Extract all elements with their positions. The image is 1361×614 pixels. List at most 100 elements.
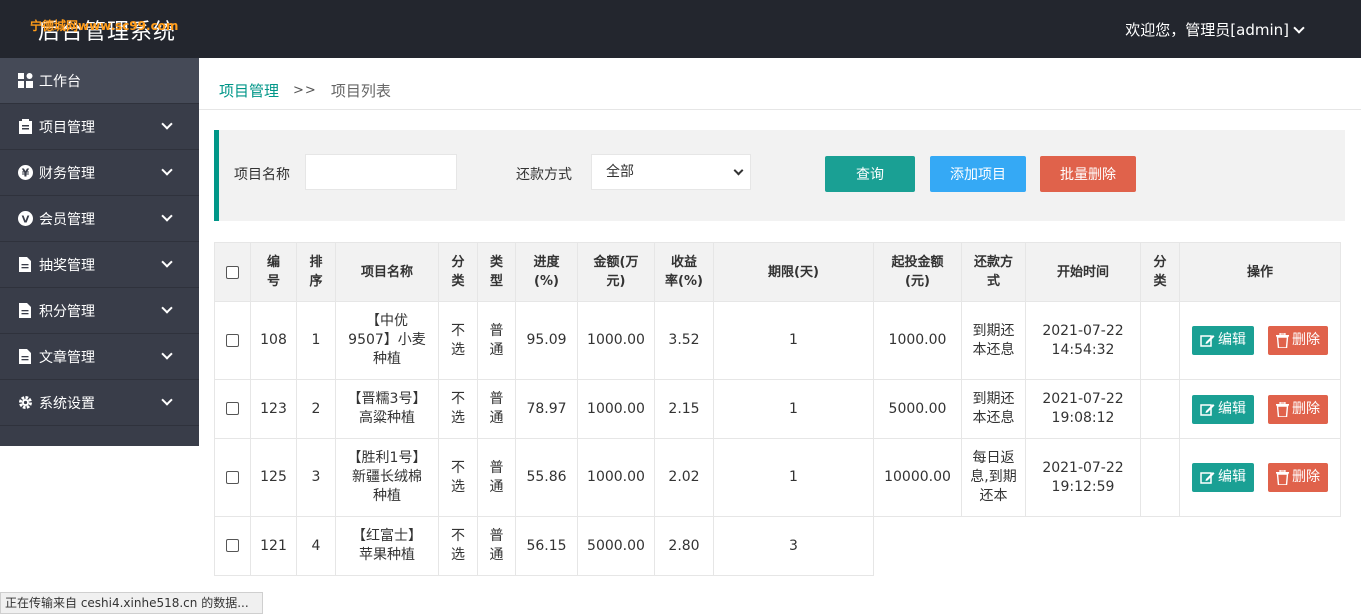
cell-sort: 4 (296, 516, 336, 576)
batch-delete-button[interactable]: 批量删除 (1040, 156, 1136, 192)
edit-button[interactable]: 编辑 (1192, 394, 1254, 424)
delete-label: 删除 (1292, 400, 1320, 417)
column-header: 项目名称 (335, 242, 439, 302)
cell-id: 108 (250, 301, 297, 380)
search-panel: 项目名称 还款方式 全部 查询 添加项目 批量删除 (214, 130, 1345, 221)
cell-name: 【胜利1号】新疆长绒棉种植 (335, 438, 439, 517)
cell-id: 121 (250, 516, 297, 576)
dashboard-icon (17, 73, 33, 89)
sidebar-item-projects[interactable]: 项目管理 (0, 104, 199, 150)
column-header: 分 类 (438, 242, 478, 302)
cell-id: 123 (250, 379, 297, 439)
cell-amount: 1000.00 (577, 301, 655, 380)
cell-repay: 每日返息,到期还本 (961, 438, 1026, 517)
breadcrumb-separator: >> (293, 83, 317, 98)
user-menu[interactable]: 欢迎您，管理员[admin] (1125, 19, 1305, 40)
trash-icon (1276, 401, 1289, 417)
cell-min-invest: 10000.00 (873, 438, 962, 517)
repay-method-select[interactable]: 全部 (591, 154, 751, 190)
column-header: 编 号 (250, 242, 297, 302)
sidebar-item-label: 抽奖管理 (39, 257, 95, 274)
sidebar-item-label: 项目管理 (39, 119, 95, 136)
breadcrumb-current: 项目列表 (330, 82, 391, 100)
delete-label: 删除 (1292, 469, 1320, 485)
table-row: 121 4 【红富士】苹果种植 不选 普通 56.15 5000.00 2.80… (214, 516, 1341, 576)
cell-amount: 1000.00 (577, 438, 655, 517)
table-row: 108 1 【中优9507】小麦种植 不选 普通 95.09 1000.00 3… (214, 301, 1341, 380)
divider (199, 109, 1361, 110)
column-header: 排 序 (296, 242, 336, 302)
delete-label: 删除 (1292, 332, 1320, 348)
clipboard-icon (17, 119, 33, 135)
column-header: 分 类 (1140, 242, 1180, 302)
edit-button[interactable]: 编辑 (1192, 463, 1254, 492)
cell-type: 普通 (477, 516, 516, 576)
cell-actions: 编辑 删除 (1179, 379, 1341, 439)
cell-repay (962, 517, 1026, 576)
row-checkbox[interactable] (226, 333, 239, 347)
delete-button[interactable]: 删除 (1268, 394, 1328, 424)
sidebar-item-members[interactable]: V 会员管理 (0, 196, 199, 242)
column-header: 类 型 (477, 242, 516, 302)
chevron-down-icon (161, 210, 173, 222)
welcome-text: 欢迎您，管理员[admin] (1125, 21, 1289, 39)
sidebar-item-finance[interactable]: ¥ 财务管理 (0, 150, 199, 196)
table-row: 125 3 【胜利1号】新疆长绒棉种植 不选 普通 55.86 1000.00 … (214, 438, 1341, 517)
row-select-cell (214, 516, 251, 576)
cell-min-invest: 1000.00 (873, 301, 962, 380)
edit-icon (1200, 472, 1215, 484)
delete-button[interactable]: 删除 (1268, 326, 1328, 355)
cell-days: 1 (713, 379, 874, 439)
cell-progress: 55.86 (515, 438, 578, 517)
table-header-row: 编 号 排 序 项目名称 分 类 类 型 进度 (%) 金额(万 元) 收益 率… (214, 242, 1341, 302)
breadcrumb-link-projects[interactable]: 项目管理 (219, 80, 279, 101)
row-checkbox[interactable] (226, 470, 239, 484)
cell-amount: 5000.00 (577, 516, 655, 576)
cell-min-invest (874, 517, 962, 576)
chevron-down-icon (733, 165, 744, 176)
column-header: 起投金额 (元) (873, 242, 962, 302)
repay-method-label: 还款方式 (516, 167, 572, 183)
gear-icon (17, 395, 33, 411)
svg-text:V: V (21, 215, 29, 226)
row-checkbox[interactable] (226, 402, 239, 415)
cell-days: 1 (713, 438, 874, 517)
cell-repay: 到期还本还息 (961, 379, 1026, 439)
cell-sort: 1 (296, 301, 336, 380)
add-project-button[interactable]: 添加项目 (930, 156, 1026, 192)
column-header: 还款方 式 (961, 242, 1026, 302)
query-button[interactable]: 查询 (825, 156, 915, 192)
edit-button[interactable]: 编辑 (1192, 326, 1254, 355)
cell-type: 普通 (477, 301, 516, 380)
edit-label: 编辑 (1218, 332, 1246, 348)
cell-actions: 编辑 删除 (1179, 301, 1341, 380)
row-select-cell (214, 438, 251, 517)
cell-rate: 2.15 (654, 379, 714, 439)
cell-start-time: 2021-07-22 14:54:32 (1025, 301, 1141, 380)
row-checkbox[interactable] (226, 539, 239, 552)
sidebar-item-lottery[interactable]: 抽奖管理 (0, 242, 199, 288)
cell-category: 不选 (438, 301, 478, 380)
column-header: 金额(万 元) (577, 242, 655, 302)
cell-sort: 3 (296, 438, 336, 517)
cell-rate: 2.02 (654, 438, 714, 517)
cell-min-invest: 5000.00 (873, 379, 962, 439)
column-header: 开始时间 (1025, 242, 1141, 302)
cell-actions (1180, 517, 1341, 576)
project-name-input[interactable] (305, 154, 457, 190)
delete-button[interactable]: 删除 (1268, 463, 1328, 492)
sidebar-item-settings[interactable]: 系统设置 (0, 380, 199, 426)
cell-actions: 编辑 删除 (1179, 438, 1341, 517)
repay-method-value: 全部 (606, 164, 634, 180)
sidebar-item-label: 积分管理 (39, 303, 95, 320)
table-row: 123 2 【晋糯3号】高粱种植 不选 普通 78.97 1000.00 2.1… (214, 379, 1341, 439)
select-all-checkbox[interactable] (226, 265, 239, 279)
sidebar-item-dashboard[interactable]: 工作台 (0, 58, 199, 104)
sidebar-item-label: 会员管理 (39, 211, 95, 228)
edit-label: 编辑 (1218, 400, 1246, 417)
chevron-down-icon (1293, 21, 1305, 34)
sidebar-item-points[interactable]: 积分管理 (0, 288, 199, 334)
row-select-cell (214, 301, 251, 380)
cell-category2 (1140, 438, 1180, 517)
sidebar-item-articles[interactable]: 文章管理 (0, 334, 199, 380)
